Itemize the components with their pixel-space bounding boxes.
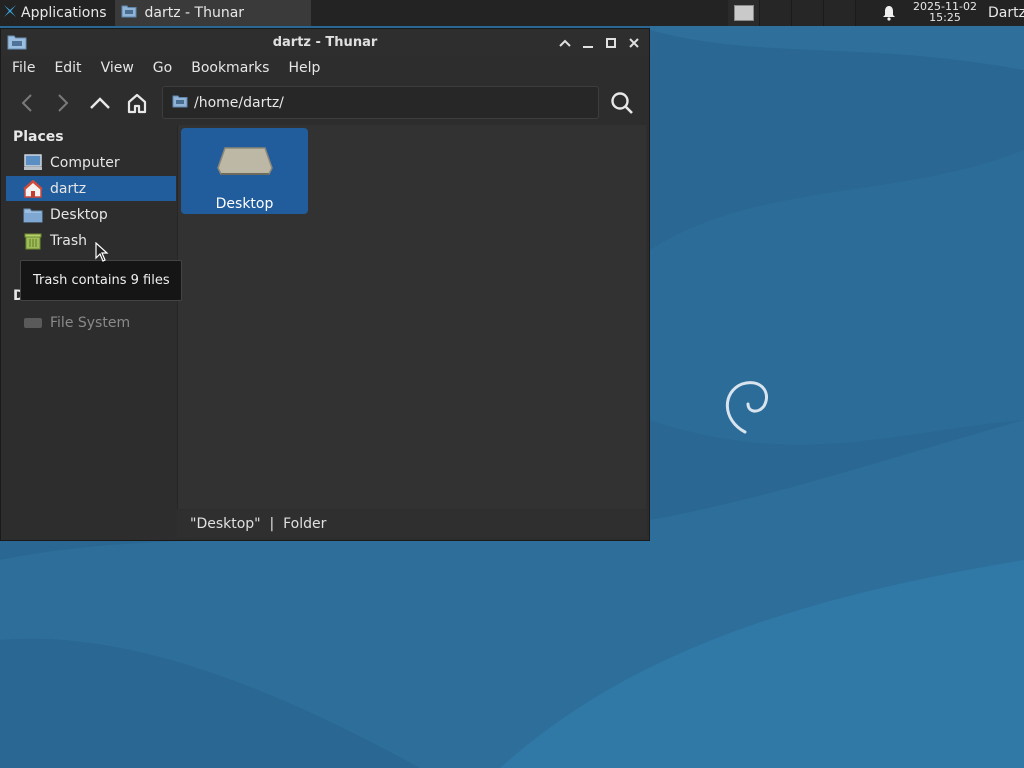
sidebar-item-label: Trash [50,232,87,249]
file-item-desktop[interactable]: Desktop [181,128,308,214]
menu-file[interactable]: File [1,60,43,76]
applications-label: Applications [21,5,107,21]
window-title: dartz - Thunar [272,35,378,50]
file-view[interactable]: Desktop [177,125,646,509]
menu-bar: File Edit View Go Bookmarks Help [1,56,649,80]
workspace-3[interactable] [792,0,824,26]
user-menu[interactable]: Dartz [988,5,1024,21]
tooltip-text: Trash contains 9 files [33,273,170,288]
status-text: "Desktop" | Folder [190,515,327,532]
sidebar-item-file-system[interactable]: File System [6,310,176,335]
home-folder-icon [22,179,44,199]
search-button[interactable] [608,89,636,117]
side-pane: Places Computer dartz Desktop Trash File… [4,125,176,537]
panel-clock[interactable]: 2025-11-02 15:25 [908,1,982,23]
workspace-2[interactable] [760,0,792,26]
computer-icon [22,153,44,173]
menu-bookmarks[interactable]: Bookmarks [180,60,277,76]
menu-go[interactable]: Go [142,60,180,76]
sidebar-item-label: Desktop [50,206,108,223]
sidebar-item-dartz[interactable]: dartz [6,176,176,201]
sidebar-item-trash[interactable]: Trash [6,228,176,253]
desktop-folder-icon [215,144,275,184]
back-button[interactable] [13,89,41,117]
minimize-button[interactable] [579,34,597,52]
taskbar-button-label: dartz - Thunar [144,5,245,21]
close-button[interactable] [625,34,643,52]
places-heading: Places [13,129,64,145]
sidebar-item-label: File System [50,314,131,331]
forward-button[interactable] [49,89,77,117]
trash-icon [22,231,44,251]
notification-bell-icon[interactable] [882,5,896,25]
top-panel: Applications dartz - Thunar 2025-11-02 1… [0,0,1024,26]
applications-menu-button[interactable]: Applications [0,0,113,26]
sidebar-item-computer[interactable]: Computer [6,150,176,175]
location-path: /home/dartz/ [194,94,284,111]
taskbar-button-thunar[interactable]: dartz - Thunar [114,0,311,26]
toolbar: /home/dartz/ [1,85,649,121]
file-item-label: Desktop [215,196,274,212]
home-button[interactable] [123,89,151,117]
clock-time: 15:25 [929,11,961,24]
folder-icon [121,4,137,22]
sidebar-item-desktop[interactable]: Desktop [6,202,176,227]
workspace-switcher [728,0,856,26]
location-bar[interactable]: /home/dartz/ [162,86,599,119]
menu-view[interactable]: View [90,60,142,76]
folder-icon [172,94,188,112]
xfce-logo-icon [2,3,18,23]
window-titlebar[interactable]: dartz - Thunar [1,29,649,56]
sidebar-item-label: dartz [50,180,87,197]
menu-help[interactable]: Help [277,60,328,76]
workspace-1[interactable] [728,0,760,26]
folder-icon [22,205,44,225]
trash-tooltip: Trash contains 9 files [20,260,182,301]
mouse-pointer-icon [95,241,109,266]
drive-icon [22,313,44,333]
workspace-window-preview [733,5,754,21]
roll-up-button[interactable] [556,34,574,52]
menu-edit[interactable]: Edit [43,60,89,76]
sidebar-item-label: Computer [50,154,120,171]
workspace-4[interactable] [824,0,856,26]
parent-folder-button[interactable] [86,89,114,117]
status-bar: "Desktop" | Folder [177,510,646,537]
maximize-button[interactable] [602,34,620,52]
